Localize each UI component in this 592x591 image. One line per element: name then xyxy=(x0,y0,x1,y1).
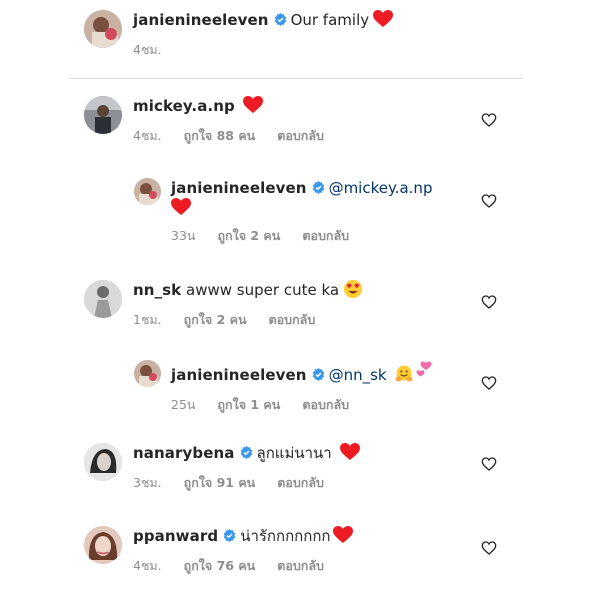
heart-outline-icon[interactable] xyxy=(481,375,497,391)
comment-text: ลูกแม่นานา xyxy=(256,444,332,462)
avatar[interactable] xyxy=(84,96,122,134)
comment-username[interactable]: nn_sk xyxy=(133,281,181,299)
avatar[interactable] xyxy=(84,10,122,48)
avatar[interactable] xyxy=(134,360,161,387)
reply-comment: janienineeleven @mickey.a.np 33น ถูกใจ 2 ค… xyxy=(134,178,497,243)
verified-badge-icon xyxy=(274,11,287,26)
comment-username[interactable]: nanarybena xyxy=(133,444,235,462)
likes-count[interactable]: ถูกใจ 2 คน xyxy=(184,312,247,327)
likes-count[interactable]: ถูกใจ 1 คน xyxy=(217,397,280,412)
avatar[interactable] xyxy=(134,178,161,205)
heart-outline-icon[interactable] xyxy=(481,294,497,310)
comment: nanarybena ลูกแม่นานา 3ชม. ถูกใจ 91 คน ตอบก… xyxy=(84,443,497,503)
red-heart-icon xyxy=(242,96,263,119)
comment-time: 4ชม. xyxy=(133,558,162,573)
verified-badge-icon xyxy=(312,179,325,194)
likes-count[interactable]: ถูกใจ 2 คน xyxy=(217,228,280,243)
comment: nn_sk awww super cute ka 1ชม. ถูกใจ 2 คน ต… xyxy=(84,280,497,340)
comment-time: 4ชม. xyxy=(133,128,162,143)
verified-badge-icon xyxy=(223,527,236,542)
comment-meta: 1ชม. ถูกใจ 2 คน ตอบกลับ xyxy=(133,310,497,330)
likes-count[interactable]: ถูกใจ 88 คน xyxy=(184,128,256,143)
comment-meta: 4ชม. ถูกใจ 76 คน ตอบกลับ xyxy=(133,556,497,576)
heart-outline-icon[interactable] xyxy=(481,112,497,128)
mention-link[interactable]: @nn_sk xyxy=(329,366,387,384)
comment-text-block: nn_sk awww super cute ka 1ชม. ถูกใจ 2 คน ต… xyxy=(133,280,497,330)
heart-outline-icon[interactable] xyxy=(481,540,497,556)
comment-text: awww super cute ka xyxy=(186,281,340,299)
comment-time: 3ชม. xyxy=(133,475,162,490)
caption-meta: 4ชม. xyxy=(133,40,544,60)
verified-badge-icon xyxy=(312,366,325,381)
caption-username[interactable]: janienineeleven xyxy=(133,11,269,29)
comment-meta: 4ชม. ถูกใจ 88 คน ตอบกลับ xyxy=(133,126,497,146)
comment-meta: 25น ถูกใจ 1 คน ตอบกลับ xyxy=(171,395,497,415)
caption-text: Our family xyxy=(290,11,370,29)
likes-count[interactable]: ถูกใจ 76 คน xyxy=(184,558,256,573)
caption-time: 4ชม. xyxy=(133,42,162,57)
comment-username[interactable]: ppanward xyxy=(133,527,218,545)
verified-badge-icon xyxy=(240,444,253,459)
comment-text-block: mickey.a.np 4ชม. ถูกใจ 88 คน ตอบกลับ xyxy=(133,96,497,146)
heart-outline-icon[interactable] xyxy=(481,193,497,209)
reply-button[interactable]: ตอบกลับ xyxy=(277,475,324,490)
comment: mickey.a.np 4ชม. ถูกใจ 88 คน ตอบกลับ xyxy=(84,96,497,156)
avatar[interactable] xyxy=(84,443,122,481)
comment-text-block: janienineeleven @mickey.a.np 33น ถูกใจ 2 ค… xyxy=(171,178,497,246)
comment-text-block: janienineeleven @nn_sk 25น ถูกใจ 1 คน ตอบกล… xyxy=(171,360,497,415)
heart-eyes-icon xyxy=(344,280,363,303)
comment: ppanward น่ารักกกกกกก 4ชม. ถูกใจ 76 คน ตอบก… xyxy=(84,526,497,586)
caption: janienineeleven Our family 4ชม. xyxy=(84,10,544,70)
caption-text-block: janienineeleven Our family 4ชม. xyxy=(133,10,544,60)
red-heart-icon xyxy=(171,198,191,221)
comment-text-block: ppanward น่ารักกกกกกก 4ชม. ถูกใจ 76 คน ตอบก… xyxy=(133,526,497,576)
red-heart-icon xyxy=(339,443,360,466)
comment-text-block: nanarybena ลูกแม่นานา 3ชม. ถูกใจ 91 คน ตอบก… xyxy=(133,443,497,493)
likes-count[interactable]: ถูกใจ 91 คน xyxy=(184,475,256,490)
heart-outline-icon[interactable] xyxy=(481,456,497,472)
comment-username[interactable]: mickey.a.np xyxy=(133,97,235,115)
comment-time: 33น xyxy=(171,228,196,243)
reply-comment: janienineeleven @nn_sk 25น ถูกใจ 1 คน ตอบกล… xyxy=(134,360,497,420)
reply-button[interactable]: ตอบกลับ xyxy=(269,312,316,327)
two-hearts-icon xyxy=(415,360,433,383)
avatar[interactable] xyxy=(84,280,122,318)
reply-button[interactable]: ตอบกลับ xyxy=(302,228,349,243)
comment-time: 25น xyxy=(171,397,196,412)
comment-meta: 33น ถูกใจ 2 คน ตอบกลับ xyxy=(171,226,497,246)
reply-button[interactable]: ตอบกลับ xyxy=(277,558,324,573)
mention-link[interactable]: @mickey.a.np xyxy=(329,179,433,197)
divider xyxy=(68,78,523,79)
comment-time: 1ชม. xyxy=(133,312,162,327)
comment-meta: 3ชม. ถูกใจ 91 คน ตอบกลับ xyxy=(133,473,497,493)
comment-text: น่ารักกกกกกก xyxy=(240,527,331,545)
comment-username[interactable]: janienineeleven xyxy=(171,366,307,384)
avatar[interactable] xyxy=(84,526,122,564)
red-heart-icon xyxy=(332,526,353,549)
hugging-face-icon xyxy=(395,365,413,388)
comment-username[interactable]: janienineeleven xyxy=(171,179,307,197)
reply-button[interactable]: ตอบกลับ xyxy=(302,397,349,412)
reply-button[interactable]: ตอบกลับ xyxy=(277,128,324,143)
red-heart-icon xyxy=(373,10,394,33)
